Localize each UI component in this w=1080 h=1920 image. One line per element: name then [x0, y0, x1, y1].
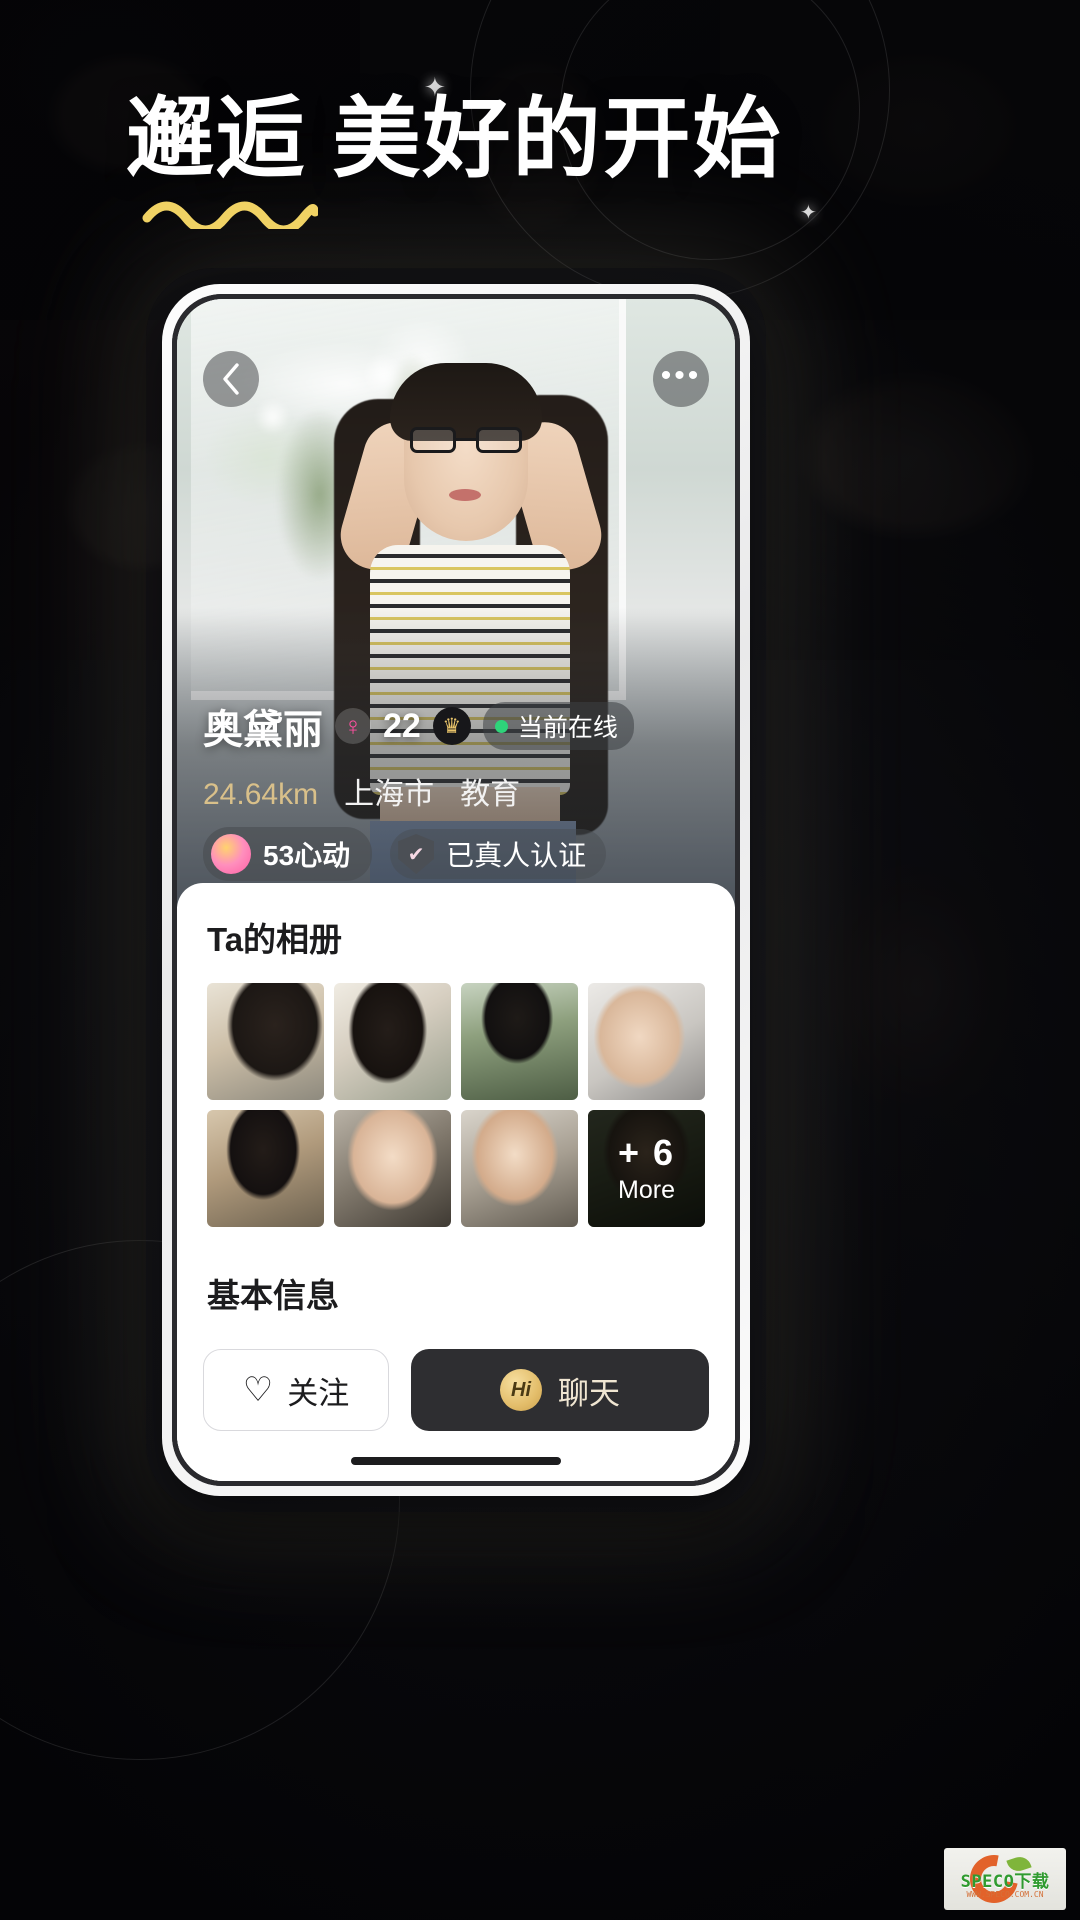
profile-city: 上海市 — [344, 778, 435, 811]
follow-button-label: 关注 — [287, 1375, 350, 1411]
crown-icon: ♛ — [432, 707, 471, 745]
phone-mockup: ••• 奥黛丽 ♀ 22 ♛ 当前在线 24.64km 上海市 教育 53心动 … — [162, 284, 750, 1496]
phone-bezel: ••• 奥黛丽 ♀ 22 ♛ 当前在线 24.64km 上海市 教育 53心动 … — [172, 294, 740, 1486]
female-icon: ♀ — [335, 708, 371, 744]
watermark: SPECO下载 WWW.SPECO.COM.CN — [944, 1848, 1066, 1910]
album-more-label: More — [618, 1176, 675, 1204]
chevron-left-icon — [223, 363, 239, 395]
online-status-badge: 当前在线 — [482, 702, 634, 750]
profile-distance: 24.64km — [203, 778, 319, 811]
album-photo[interactable] — [334, 983, 451, 1100]
heart-icon — [211, 834, 251, 874]
basic-info-title: 基本信息 — [207, 1277, 339, 1314]
album-more-mask: + 6 More — [588, 1110, 705, 1227]
album-section-title: Ta的相册 — [207, 921, 343, 958]
phone-screen: ••• 奥黛丽 ♀ 22 ♛ 当前在线 24.64km 上海市 教育 53心动 … — [177, 299, 735, 1481]
headline-block: 邂逅 美好的开始 — [126, 89, 783, 230]
profile-occupation: 教育 — [460, 778, 521, 811]
home-indicator — [351, 1457, 561, 1465]
shield-check-icon: ✔ — [398, 834, 435, 874]
album-more-tile[interactable]: + 6 More — [588, 1110, 705, 1227]
glasses-icon — [410, 427, 522, 454]
lips — [449, 489, 481, 502]
chat-button-label: 聊天 — [558, 1375, 620, 1411]
album-photo[interactable] — [461, 1110, 578, 1227]
profile-age: 22 — [383, 706, 421, 745]
bottom-action-bar: ♡ 关注 Hi 聊天 — [177, 1331, 735, 1481]
album-photo[interactable] — [461, 983, 578, 1100]
album-grid: + 6 More — [207, 983, 705, 1227]
album-more-count: + 6 — [617, 1132, 676, 1173]
profile-name-row: 奥黛丽 ♀ 22 ♛ 当前在线 — [203, 697, 709, 755]
album-photo[interactable] — [207, 1110, 324, 1227]
verified-badge[interactable]: ✔ 已真人认证 — [390, 829, 607, 879]
promo-page: ✦ ✦ ✦ 邂逅 美好的开始 ••• 奥黛丽 ♀ 22 ♛ 当前在线 24.64… — [0, 0, 1080, 1920]
profile-badges-row: 53心动 ✔ 已真人认证 — [203, 827, 709, 881]
profile-meta-row: 24.64km 上海市 教育 — [203, 769, 709, 813]
profile-name: 奥黛丽 — [203, 708, 323, 752]
sparkle-icon: ✦ — [800, 202, 817, 224]
like-count-label: 53心动 — [263, 840, 351, 871]
verified-label: 已真人认证 — [446, 840, 587, 871]
underline-squiggle-icon — [142, 201, 318, 230]
like-count-badge[interactable]: 53心动 — [203, 827, 373, 881]
back-button[interactable] — [203, 351, 259, 407]
heart-outline-icon: ♡ — [242, 1371, 274, 1409]
album-photo[interactable] — [334, 1110, 451, 1227]
hi-badge-icon: Hi — [500, 1369, 542, 1411]
watermark-text: SPECO下载 — [960, 1871, 1050, 1892]
profile-hero-photo[interactable]: ••• 奥黛丽 ♀ 22 ♛ 当前在线 24.64km 上海市 教育 53心动 … — [177, 299, 735, 907]
profile-overlay-info: 奥黛丽 ♀ 22 ♛ 当前在线 24.64km 上海市 教育 53心动 ✔ 已真… — [203, 697, 709, 881]
chat-button[interactable]: Hi 聊天 — [411, 1349, 709, 1431]
online-dot-icon — [494, 719, 508, 733]
online-status-label: 当前在线 — [517, 714, 618, 742]
album-photo[interactable] — [207, 983, 324, 1100]
page-title: 邂逅 美好的开始 — [126, 89, 783, 188]
follow-button[interactable]: ♡ 关注 — [203, 1349, 389, 1431]
more-options-button[interactable]: ••• — [653, 351, 709, 407]
album-photo[interactable] — [588, 983, 705, 1100]
watermark-url: WWW.SPECO.COM.CN — [966, 1890, 1044, 1899]
